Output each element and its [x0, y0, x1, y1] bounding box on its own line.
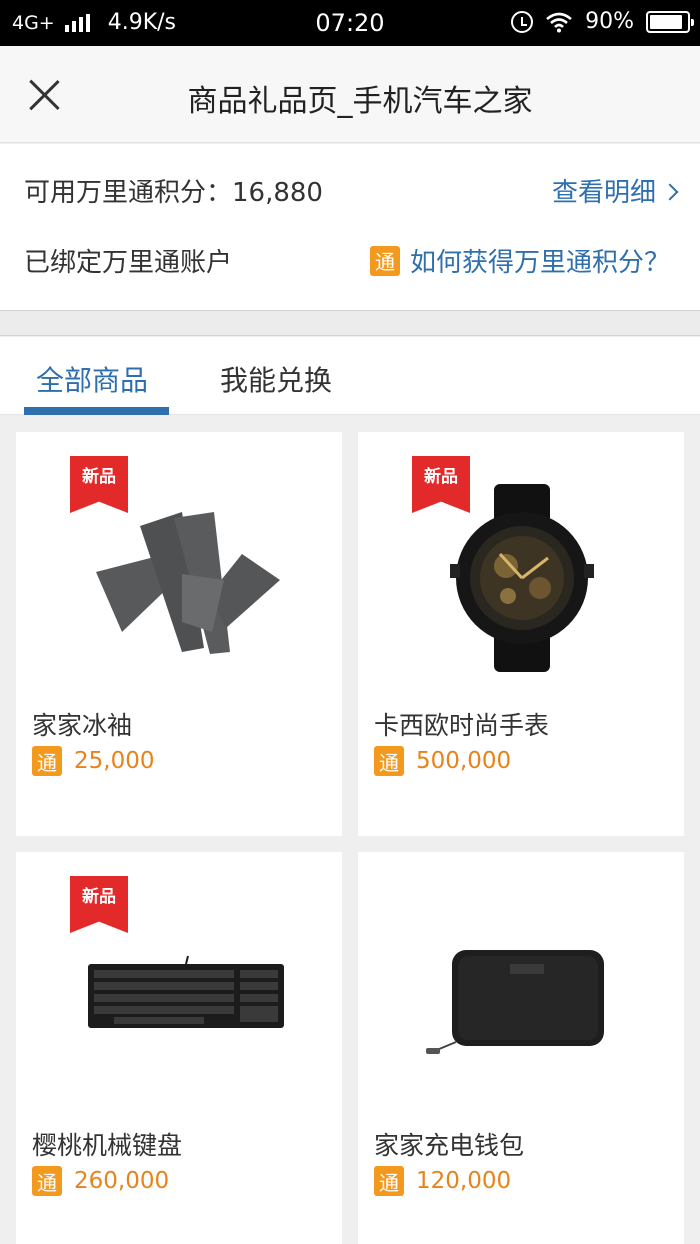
product-name: 家家充电钱包 — [374, 1131, 525, 1160]
tab-bar: 全部商品 我能兑换 — [0, 337, 700, 415]
watch-image — [450, 484, 594, 672]
product-name: 樱桃机械键盘 — [32, 1131, 183, 1160]
view-details-link[interactable]: 查看明细 — [551, 172, 679, 209]
wallet-image — [426, 950, 604, 1054]
product-price: 500,000 — [416, 748, 512, 774]
status-right: 90% — [511, 9, 694, 34]
status-bar: 4G+ 4.9K/s 07:20 90% — [0, 0, 700, 46]
tong-badge-icon: 通 — [374, 1166, 404, 1196]
price-row: 通 120,000 — [374, 1166, 511, 1196]
product-card-arm-sleeves[interactable]: 新品 家家冰袖 通 25,000 — [16, 432, 342, 836]
how-to-earn-label: 如何获得万里通积分？ — [409, 248, 670, 278]
price-row: 通 500,000 — [374, 746, 511, 776]
product-name: 家家冰袖 — [32, 711, 133, 740]
bound-account-text: 已绑定万里通账户 — [24, 248, 233, 278]
product-name: 卡西欧时尚手表 — [374, 711, 550, 740]
tab-all-products[interactable]: 全部商品 — [36, 359, 148, 399]
chevron-right-icon — [661, 183, 679, 200]
tong-badge-icon: 通 — [374, 746, 404, 776]
how-to-earn-link[interactable]: 通 如何获得万里通积分？ — [369, 242, 670, 279]
product-price: 260,000 — [74, 1168, 170, 1194]
product-price: 120,000 — [416, 1168, 512, 1194]
points-panel: 可用万里通积分：16,880 查看明细 已绑定万里通账户 通 如何获得万里通积分… — [0, 144, 700, 310]
battery-percent: 90% — [585, 9, 634, 34]
alarm-icon — [511, 10, 534, 33]
product-price: 25,000 — [74, 748, 155, 774]
price-row: 通 260,000 — [32, 1166, 169, 1196]
tong-badge-icon: 通 — [32, 1166, 62, 1196]
section-divider — [0, 310, 700, 336]
keyboard-image — [88, 955, 284, 1028]
battery-icon — [646, 10, 694, 33]
product-card-wallet[interactable]: 家家充电钱包 通 120,000 — [358, 852, 684, 1244]
tab-redeemable[interactable]: 我能兑换 — [220, 359, 332, 399]
product-card-keyboard[interactable]: 新品 樱桃机械键盘 通 260,000 — [16, 852, 342, 1244]
tong-badge-icon: 通 — [32, 746, 62, 776]
nav-bar: 商品礼品页_手机汽车之家 — [0, 46, 700, 143]
active-tab-indicator — [24, 407, 169, 415]
available-points: 可用万里通积分：16,880 — [24, 178, 323, 208]
arm-sleeves-image — [96, 512, 280, 654]
wifi-icon — [546, 12, 572, 32]
view-details-label: 查看明细 — [551, 178, 656, 208]
price-row: 通 25,000 — [32, 746, 154, 776]
page-title: 商品礼品页_手机汽车之家 — [187, 84, 533, 119]
product-card-watch[interactable]: 新品 卡西欧时尚手表 通 500,000 — [358, 432, 684, 836]
tong-badge-icon: 通 — [369, 245, 400, 276]
